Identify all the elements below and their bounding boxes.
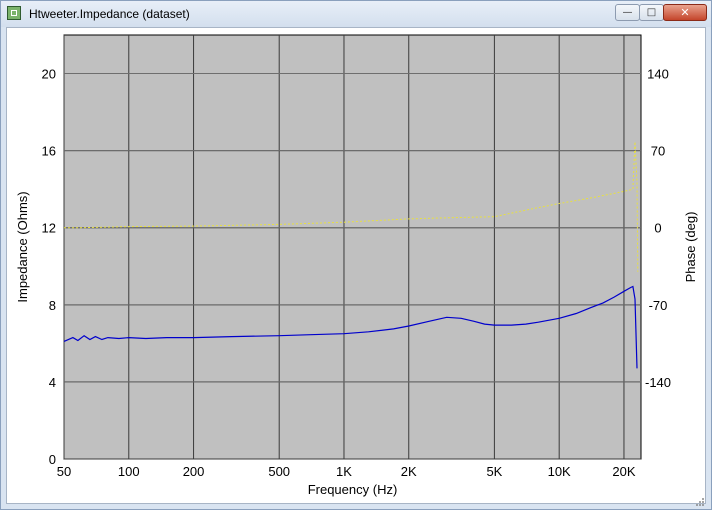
y2-tick-label: 70 [651, 144, 665, 159]
x-tick-label: 100 [118, 464, 140, 479]
x-tick-label: 1K [336, 464, 352, 479]
maximize-button[interactable]: □ [639, 4, 664, 21]
plot-window: Htweeter.Impedance (dataset) — □ ✕ 50 100… [0, 0, 712, 510]
x-tick-label: 500 [268, 464, 290, 479]
x-tick-label: 10K [548, 464, 571, 479]
impedance-chart: 50 100 200 500 1K 2K 5K 10K 20K 0 4 8 12 16 20 140 70 0… [15, 34, 698, 497]
y2-tick-labels: 140 70 0 -70 -140 [645, 67, 671, 390]
y-tick-label: 8 [49, 298, 56, 313]
x-tick-label: 2K [401, 464, 417, 479]
x-axis-label: Frequency (Hz) [308, 482, 398, 497]
y2-tick-label: -140 [645, 375, 671, 390]
y2-tick-label: -70 [649, 298, 668, 313]
close-button[interactable]: ✕ [663, 4, 707, 21]
y-tick-labels: 0 4 8 12 16 20 [42, 67, 56, 467]
y2-tick-label: 0 [654, 221, 661, 236]
y-tick-label: 0 [49, 452, 56, 467]
app-icon[interactable] [7, 6, 21, 20]
y-tick-label: 12 [42, 221, 56, 236]
x-tick-labels: 50 100 200 500 1K 2K 5K 10K 20K [57, 464, 636, 479]
resize-grip-icon[interactable] [695, 497, 705, 507]
x-tick-label: 20K [612, 464, 635, 479]
y2-tick-label: 140 [647, 67, 669, 82]
minimize-button[interactable]: — [615, 4, 640, 21]
chart-area: 50 100 200 500 1K 2K 5K 10K 20K 0 4 8 12 16 20 140 70 0… [6, 27, 706, 504]
y-tick-label: 4 [49, 375, 56, 390]
title-bar[interactable]: Htweeter.Impedance (dataset) — □ ✕ [1, 1, 711, 27]
y-tick-label: 20 [42, 67, 56, 82]
x-tick-label: 50 [57, 464, 71, 479]
y-tick-label: 16 [42, 144, 56, 159]
plot-background [63, 34, 642, 460]
window-title: Htweeter.Impedance (dataset) [29, 7, 190, 21]
y2-axis-label: Phase (deg) [683, 212, 698, 283]
x-tick-label: 5K [486, 464, 502, 479]
x-tick-label: 200 [183, 464, 205, 479]
y-axis-label: Impedance (Ohms) [15, 191, 30, 302]
